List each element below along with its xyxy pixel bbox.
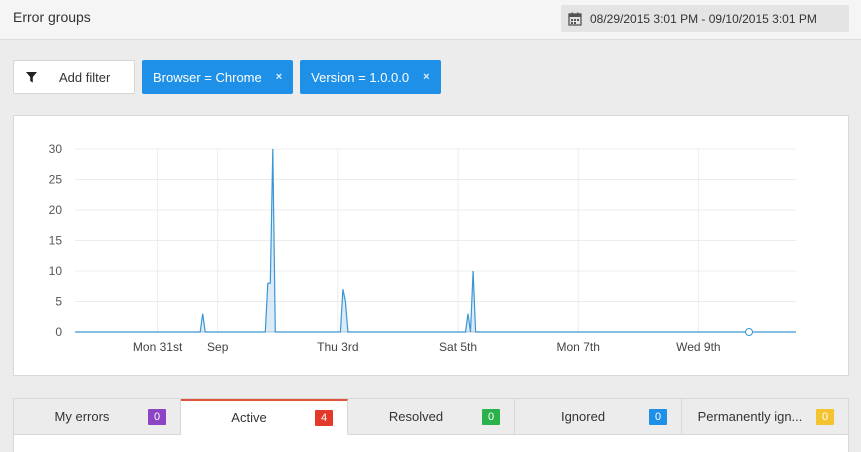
tab-my-errors[interactable]: My errors 0 [14, 399, 181, 435]
count-badge: 0 [649, 408, 667, 425]
y-tick-label: 25 [49, 173, 63, 187]
tab-resolved[interactable]: Resolved 0 [348, 399, 515, 435]
y-tick-label: 10 [49, 264, 63, 278]
x-tick-label: Mon 7th [557, 340, 600, 354]
tab-ignored[interactable]: Ignored 0 [515, 399, 682, 435]
page-title: Error groups [13, 9, 91, 25]
filter-chip-label: Version = 1.0.0.0 [311, 69, 410, 85]
x-tick-label: Sat 5th [439, 340, 477, 354]
tab-active[interactable]: Active 4 [181, 399, 348, 435]
remove-filter-icon[interactable]: × [423, 71, 429, 83]
remove-filter-icon[interactable]: × [276, 71, 282, 83]
tab-label: Active [231, 410, 267, 425]
filter-chip-browser[interactable]: Browser = Chrome × [142, 60, 294, 94]
y-tick-label: 15 [49, 234, 63, 248]
filter-bar: Add filter Browser = Chrome × Version = … [13, 60, 441, 94]
tab-label: My errors [54, 409, 110, 424]
error-chart: 0 5 10 15 20 25 30 Mon 31st Sep Thu 3rd Sat 5th Mon… [49, 142, 796, 354]
x-tick-label: Thu 3rd [317, 340, 358, 354]
count-badge: 0 [148, 408, 166, 425]
page-header: Error groups 08/29/2015 3:01 PM - 09/10/… [0, 0, 861, 40]
tab-bar: My errors 0 Active 4 Resolved 0 Ignored … [14, 399, 848, 435]
date-range-picker[interactable]: 08/29/2015 3:01 PM - 09/10/2015 3:01 PM [561, 5, 849, 32]
count-badge: 0 [816, 408, 834, 425]
count-badge: 4 [315, 409, 333, 426]
count-badge: 0 [482, 408, 500, 425]
calendar-icon [568, 12, 582, 26]
series-end-marker [745, 328, 753, 336]
y-tick-label: 20 [49, 203, 63, 217]
x-tick-label: Sep [207, 340, 229, 354]
filter-chip-version[interactable]: Version = 1.0.0.0 × [300, 60, 441, 94]
add-filter-button[interactable]: Add filter [13, 60, 135, 94]
tab-label: Permanently ign... [697, 409, 803, 424]
date-range-text: 08/29/2015 3:01 PM - 09/10/2015 3:01 PM [590, 11, 817, 26]
tab-label: Ignored [560, 409, 606, 424]
error-chart-panel: 0 5 10 15 20 25 30 Mon 31st Sep Thu 3rd Sat 5th Mon… [13, 115, 849, 376]
y-tick-label: 0 [55, 325, 62, 339]
error-tabs: My errors 0 Active 4 Resolved 0 Ignored … [13, 398, 849, 452]
y-tick-label: 5 [55, 295, 62, 309]
add-filter-label: Add filter [59, 69, 111, 85]
y-tick-label: 30 [49, 142, 63, 156]
filter-chip-label: Browser = Chrome [153, 69, 262, 85]
filter-icon [26, 71, 37, 82]
tab-label: Resolved [388, 409, 444, 424]
tab-permanently-ignored[interactable]: Permanently ign... 0 [682, 399, 848, 435]
x-tick-label: Wed 9th [676, 340, 720, 354]
x-tick-label: Mon 31st [133, 340, 183, 354]
